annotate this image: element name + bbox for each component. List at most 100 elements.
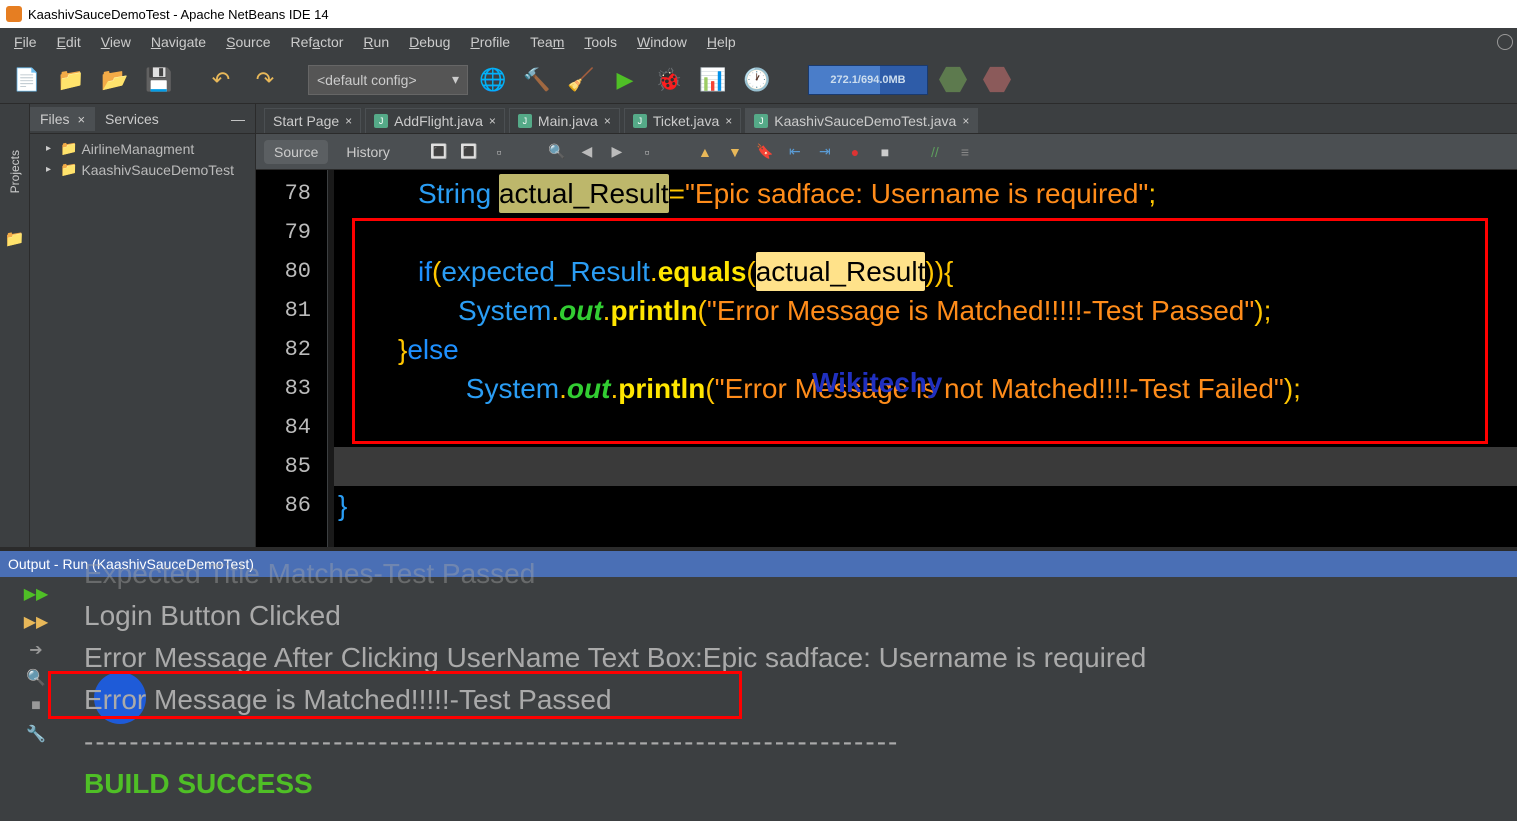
nav-icon[interactable]: 🔳 — [428, 141, 450, 163]
output-text[interactable]: Expected Title Matches-Test Passed Login… — [72, 577, 1517, 821]
profile-button[interactable]: 📊 — [694, 61, 732, 99]
editor-toolbar: Source History 🔳 🔳 ▫ 🔍 ◀ ▶ ▫ ▲ ▼ 🔖 ⇤ ⇥ ●… — [256, 134, 1517, 170]
rerun-arrow-button[interactable]: ➔ — [25, 639, 47, 661]
settings-output-button[interactable]: 🔧 — [25, 723, 47, 745]
debug-button[interactable]: 🐞 — [650, 61, 688, 99]
output-line: Login Button Clicked — [84, 595, 1513, 637]
menu-file[interactable]: File — [4, 32, 47, 52]
record-icon[interactable]: ● — [844, 141, 866, 163]
close-icon[interactable]: × — [345, 114, 352, 128]
main-toolbar: 📄 📁 📂 💾 ↶ ↷ <default config> ▾ 🌐 🔨 🧹 ▶ 🐞… — [0, 56, 1517, 104]
java-file-icon: J — [633, 114, 647, 128]
minimize-panel-button[interactable]: — — [221, 107, 255, 131]
folder-icon: 📁 — [60, 161, 77, 178]
tab-start-page[interactable]: Start Page × — [264, 108, 361, 133]
history-button[interactable]: History — [336, 140, 400, 164]
open-project-button[interactable]: 📂 — [96, 61, 134, 99]
memory-indicator[interactable]: 272.1/694.0MB — [808, 65, 928, 95]
output-line: Error Message is Matched!!!!!-Test Passe… — [84, 679, 1513, 721]
close-icon[interactable]: × — [77, 112, 85, 127]
tree-node-kaashiv[interactable]: ▸ 📁 KaashivSauceDemoTest — [32, 159, 253, 180]
menu-edit[interactable]: Edit — [47, 32, 91, 52]
menu-help[interactable]: Help — [697, 32, 746, 52]
java-file-icon: J — [518, 114, 532, 128]
code-editor[interactable]: 78 79 80 81 82 83 84 85 86 String actual… — [256, 170, 1517, 547]
tree-node-airline[interactable]: ▸ 📁 AirlineManagment — [32, 138, 253, 159]
undo-button[interactable]: ↶ — [202, 61, 240, 99]
menu-team[interactable]: Team — [520, 32, 574, 52]
redo-button[interactable]: ↷ — [246, 61, 284, 99]
code-text[interactable]: String actual_Result = "Epic sadface: Us… — [334, 170, 1517, 547]
tab-kaashivsaucedemotest[interactable]: J KaashivSauceDemoTest.java × — [745, 108, 978, 133]
bookmark-down-icon[interactable]: ▼ — [724, 141, 746, 163]
stop-output-button[interactable]: ■ — [25, 695, 47, 717]
chevron-down-icon: ▾ — [452, 71, 459, 88]
menu-tools[interactable]: Tools — [574, 32, 627, 52]
output-line: Expected Title Matches-Test Passed — [84, 553, 1513, 595]
shift-right-icon[interactable]: ⇥ — [814, 141, 836, 163]
folder-icon[interactable]: 📁 — [5, 229, 25, 249]
shift-left-icon[interactable]: ⇤ — [784, 141, 806, 163]
tab-addflight[interactable]: J AddFlight.java × — [365, 108, 505, 133]
editor-tabs: Start Page × J AddFlight.java × J Main.j… — [256, 104, 1517, 134]
output-controls: ▶▶ ▶▶ ➔ 🔍 ■ 🔧 — [0, 577, 72, 821]
bookmark-icon[interactable]: 🔖 — [754, 141, 776, 163]
uncomment-icon[interactable]: ≡ — [954, 141, 976, 163]
bookmark-up-icon[interactable]: ▲ — [694, 141, 716, 163]
menu-debug[interactable]: Debug — [399, 32, 460, 52]
menu-window[interactable]: Window — [627, 32, 697, 52]
pause-container-button[interactable] — [934, 61, 972, 99]
line-gutter: 78 79 80 81 82 83 84 85 86 — [256, 170, 328, 547]
output-panel: Output - Run (KaashivSauceDemoTest) ▶▶ ▶… — [0, 547, 1517, 821]
menu-run[interactable]: Run — [353, 32, 399, 52]
close-icon[interactable]: × — [489, 114, 496, 128]
menu-bar: File Edit View Navigate Source Refactor … — [0, 28, 1517, 56]
config-select[interactable]: <default config> ▾ — [308, 65, 468, 95]
menu-refactor[interactable]: Refactor — [280, 32, 353, 52]
java-file-icon: J — [754, 114, 768, 128]
services-tab[interactable]: Services — [95, 107, 169, 131]
chevron-right-icon: ▸ — [46, 164, 56, 175]
watermark: Wikitechy — [812, 363, 942, 402]
files-tab[interactable]: Files × — [30, 107, 95, 131]
tab-main[interactable]: J Main.java × — [509, 108, 620, 133]
output-line: ----------------------------------------… — [84, 721, 1513, 763]
stop-icon[interactable]: ■ — [874, 141, 896, 163]
stop-container-button[interactable] — [978, 61, 1016, 99]
save-all-button[interactable]: 💾 — [140, 61, 178, 99]
prev-icon[interactable]: ◀ — [576, 141, 598, 163]
nav-icon[interactable]: ▫ — [488, 141, 510, 163]
left-gutter: Projects 📁 — [0, 104, 30, 547]
chevron-right-icon: ▸ — [46, 143, 56, 154]
inspect-button[interactable]: 🔍 — [25, 667, 47, 689]
menu-profile[interactable]: Profile — [460, 32, 520, 52]
browser-button[interactable]: 🌐 — [474, 61, 512, 99]
source-button[interactable]: Source — [264, 140, 328, 164]
misc-icon[interactable]: ▫ — [636, 141, 658, 163]
output-build-success: BUILD SUCCESS — [84, 763, 1513, 805]
new-project-button[interactable]: 📁 — [52, 61, 90, 99]
title-text: KaashivSauceDemoTest - Apache NetBeans I… — [28, 7, 329, 22]
app-icon — [6, 6, 22, 22]
run-button[interactable]: ▶ — [606, 61, 644, 99]
next-icon[interactable]: ▶ — [606, 141, 628, 163]
menu-source[interactable]: Source — [216, 32, 280, 52]
search-icon[interactable] — [1497, 34, 1513, 50]
comment-icon[interactable]: // — [924, 141, 946, 163]
projects-side-tab[interactable]: Projects — [6, 144, 24, 199]
close-icon[interactable]: × — [962, 114, 969, 128]
projects-panel: Files × Services — ▸ 📁 AirlineManagment … — [30, 104, 256, 547]
nav-icon[interactable]: 🔳 — [458, 141, 480, 163]
close-icon[interactable]: × — [604, 114, 611, 128]
clean-build-button[interactable]: 🧹 — [562, 61, 600, 99]
tab-ticket[interactable]: J Ticket.java × — [624, 108, 741, 133]
rerun-alt-button[interactable]: ▶▶ — [25, 611, 47, 633]
build-button[interactable]: 🔨 — [518, 61, 556, 99]
clock-button[interactable]: 🕐 — [738, 61, 776, 99]
new-file-button[interactable]: 📄 — [8, 61, 46, 99]
menu-view[interactable]: View — [91, 32, 141, 52]
find-icon[interactable]: 🔍 — [546, 141, 568, 163]
close-icon[interactable]: × — [725, 114, 732, 128]
rerun-button[interactable]: ▶▶ — [25, 583, 47, 605]
menu-navigate[interactable]: Navigate — [141, 32, 216, 52]
